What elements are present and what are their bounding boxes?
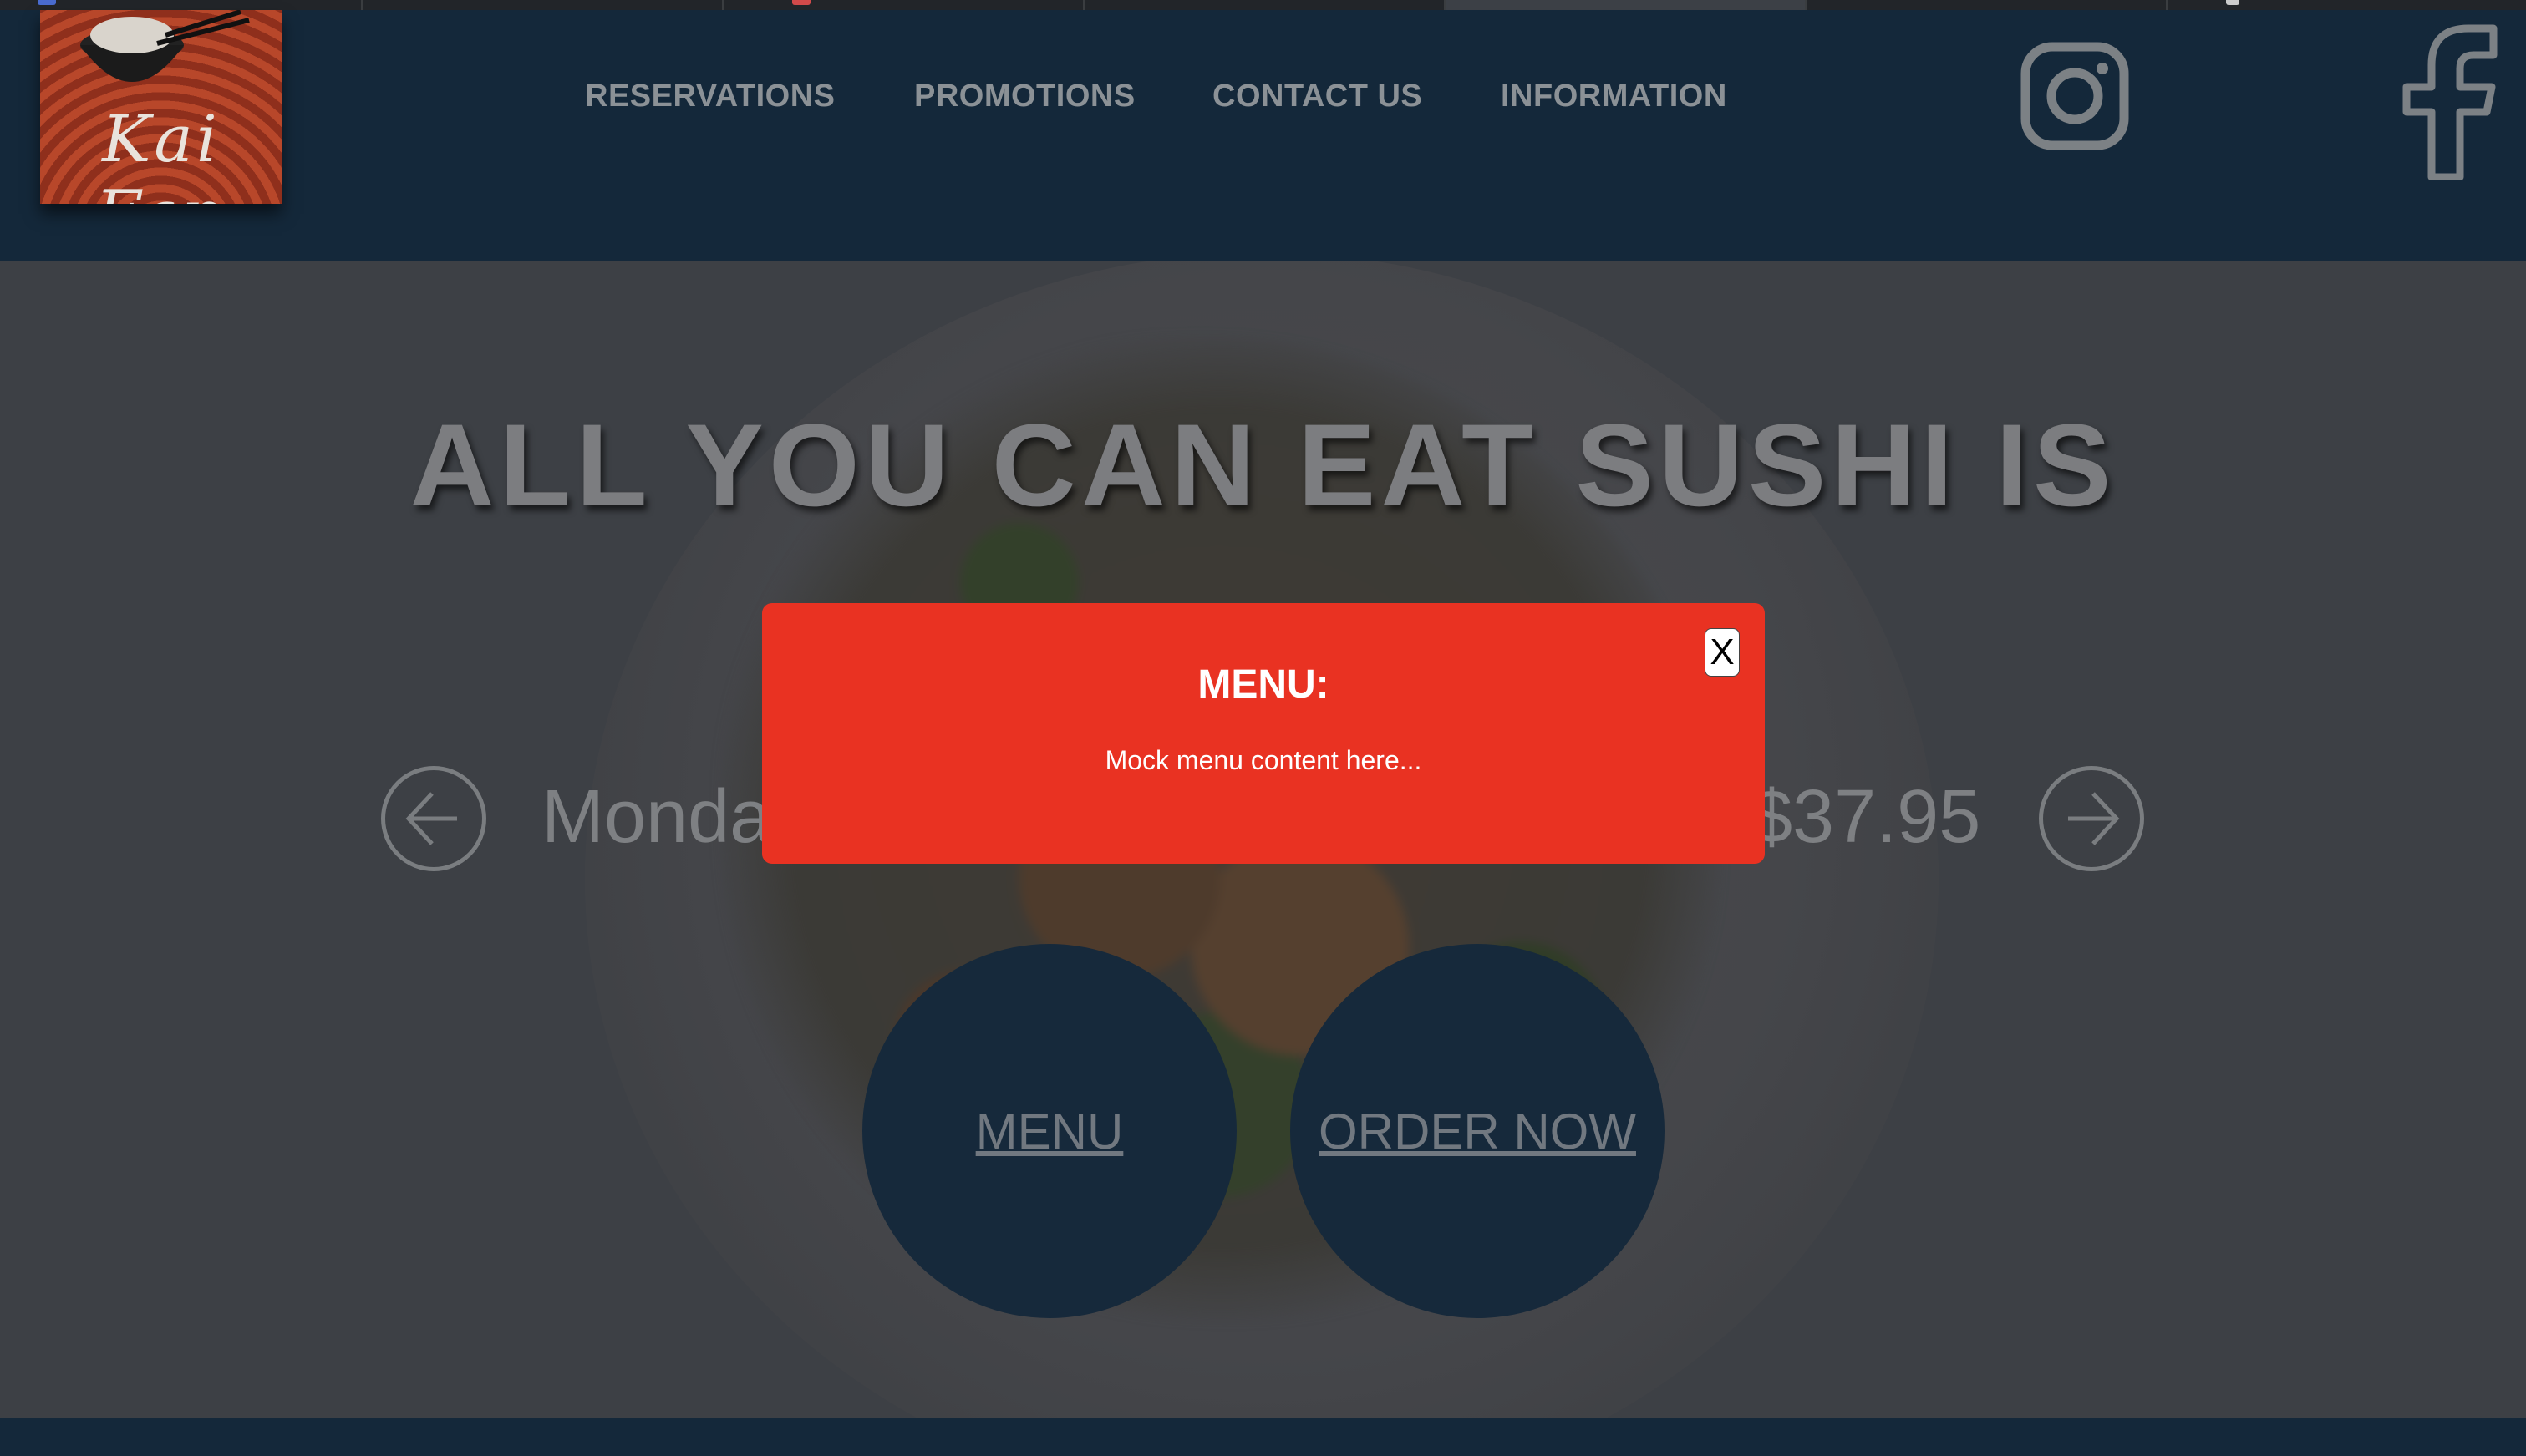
tab-favicon-icon [792, 0, 811, 5]
browser-tab[interactable] [724, 0, 1085, 10]
menu-button[interactable]: MENU [862, 944, 1237, 1318]
nav-promotions[interactable]: PROMOTIONS [914, 79, 1136, 114]
browser-tab[interactable] [0, 0, 363, 10]
menu-modal: MENU: Mock menu content here... X [762, 603, 1765, 864]
instagram-icon[interactable] [2020, 42, 2129, 150]
carousel-prev-button[interactable] [381, 766, 486, 871]
special-price-text: $37.95 [1751, 775, 1981, 859]
arrow-right-icon [2068, 792, 2120, 845]
main-nav: RESERVATIONS PROMOTIONS CONTACT US INFOR… [0, 79, 1838, 137]
facebook-icon[interactable] [2391, 22, 2500, 180]
carousel-next-button[interactable] [2039, 766, 2144, 871]
browser-tab[interactable] [1085, 0, 1446, 10]
modal-body-text: Mock menu content here... [1105, 745, 1422, 775]
tab-favicon-icon [2226, 0, 2239, 5]
special-day-text: Monda [541, 775, 772, 859]
order-now-button[interactable]: ORDER NOW [1290, 944, 1665, 1318]
browser-tab-strip [0, 0, 2526, 10]
browser-tab-active[interactable] [1446, 0, 1807, 10]
nav-information[interactable]: INFORMATION [1501, 79, 1727, 114]
browser-tab[interactable] [2168, 0, 2526, 10]
browser-tab[interactable] [1807, 0, 2168, 10]
browser-tab[interactable] [363, 0, 724, 10]
site-footer [0, 1418, 2526, 1456]
nav-contact-us[interactable]: CONTACT US [1212, 79, 1422, 114]
modal-close-button[interactable]: X [1705, 628, 1740, 677]
site-header: Kai Fan RESERVATIONS PROMOTIONS CONTACT … [0, 10, 2526, 261]
nav-reservations[interactable]: RESERVATIONS [585, 79, 836, 114]
modal-title: MENU: [1197, 662, 1329, 707]
tab-favicon-icon [38, 0, 56, 5]
headline-line-1: ALL YOU CAN EAT SUSHI IS [409, 399, 2117, 530]
arrow-left-icon [405, 792, 457, 845]
